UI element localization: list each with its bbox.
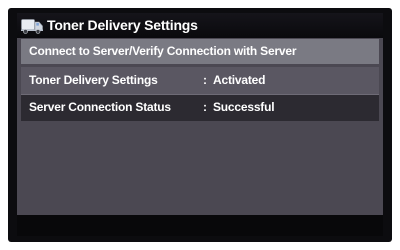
setting-label: Server Connection Status [29, 100, 171, 114]
page-title: Toner Delivery Settings [47, 17, 198, 33]
setting-separator: : [203, 73, 207, 87]
setting-label: Toner Delivery Settings [29, 73, 158, 87]
screen-footer-bar [17, 215, 383, 236]
connect-verify-server-button[interactable]: Connect to Server/Verify Connection with… [21, 39, 379, 64]
setting-row-toner-delivery[interactable]: Toner Delivery Settings : Activated [21, 67, 379, 94]
row-divider [21, 94, 379, 95]
setting-row-server-connection-status[interactable]: Server Connection Status : Successful [21, 94, 379, 121]
truck-icon [21, 19, 43, 34]
setting-separator: : [203, 100, 207, 114]
setting-value: Successful [213, 100, 275, 114]
display-screen: Toner Delivery Settings Connect to Serve… [17, 13, 383, 215]
title-bar: Toner Delivery Settings [17, 13, 383, 38]
setting-value: Activated [213, 73, 266, 87]
